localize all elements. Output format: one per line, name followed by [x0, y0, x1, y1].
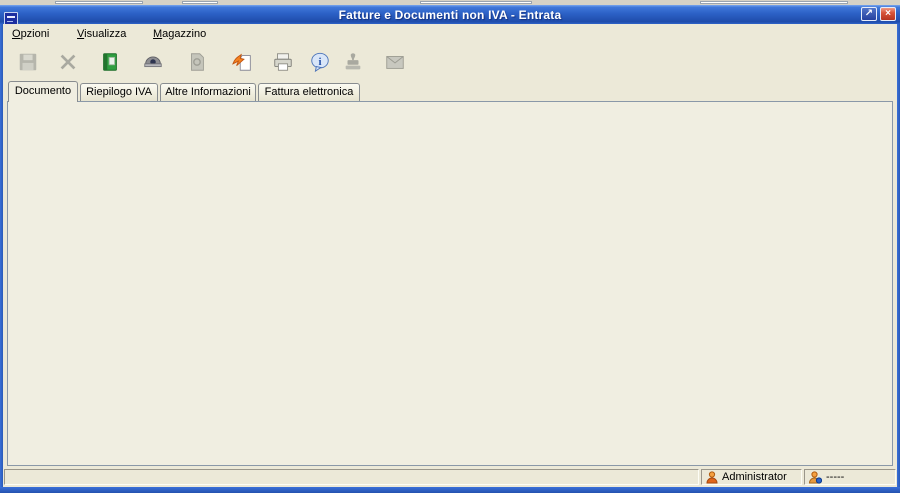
title-bar: Fatture e Documenti non IVA - Entrata	[0, 5, 900, 24]
preview-document-icon[interactable]	[184, 49, 210, 75]
restore-window-button[interactable]: ↗	[861, 7, 877, 21]
mail-icon[interactable]	[382, 49, 408, 75]
menu-opzioni[interactable]: Opzioni	[12, 28, 49, 40]
user-badge-icon	[809, 471, 822, 484]
documento-panel	[7, 101, 893, 466]
tab-fattura-elettronica[interactable]: Fattura elettronica	[258, 83, 360, 101]
statusbar-user: Administrator	[722, 471, 787, 483]
tab-documento[interactable]: Documento	[8, 81, 78, 102]
menu-visualizza[interactable]: Visualizza	[77, 28, 126, 40]
floppy-icon	[17, 51, 39, 73]
tab-riepilogo-iva[interactable]: Riepilogo IVA	[80, 83, 158, 101]
statusbar-user-cell: Administrator	[701, 469, 802, 485]
tab-altre-informazioni[interactable]: Altre Informazioni	[160, 83, 256, 101]
statusbar-session: -----	[826, 471, 844, 483]
window-title: Fatture e Documenti non IVA - Entrata	[0, 8, 900, 22]
binder-icon	[99, 51, 121, 73]
document-gray-icon	[186, 51, 208, 73]
archive-icon[interactable]	[97, 49, 123, 75]
info-icon[interactable]: i	[307, 49, 333, 75]
background-field	[182, 1, 218, 4]
svg-text:i: i	[318, 56, 321, 68]
save-icon[interactable]	[15, 49, 41, 75]
printer-icon	[272, 51, 294, 73]
dome-camera-icon	[142, 51, 164, 73]
background-field	[420, 1, 532, 4]
background-field	[55, 1, 143, 4]
print-icon[interactable]	[270, 49, 296, 75]
user-icon	[706, 471, 718, 484]
camera-icon[interactable]	[140, 49, 166, 75]
menu-magazzino[interactable]: Magazzino	[153, 28, 206, 40]
flame-document-icon	[231, 51, 255, 73]
send-document-icon[interactable]	[230, 49, 256, 75]
app-window: { "window": { "title": "Fatture e Docume…	[0, 0, 900, 493]
statusbar-session-cell: -----	[804, 469, 896, 485]
window-border-bottom	[0, 487, 900, 493]
stamp-icon[interactable]	[340, 49, 366, 75]
x-icon	[57, 51, 79, 73]
info-bubble-icon: i	[309, 51, 331, 73]
close-window-button[interactable]: ×	[880, 7, 896, 21]
envelope-gray-icon	[384, 51, 406, 73]
statusbar-message-area	[4, 469, 699, 485]
background-field	[700, 1, 848, 4]
delete-icon[interactable]	[55, 49, 81, 75]
stamp-gray-icon	[342, 51, 364, 73]
